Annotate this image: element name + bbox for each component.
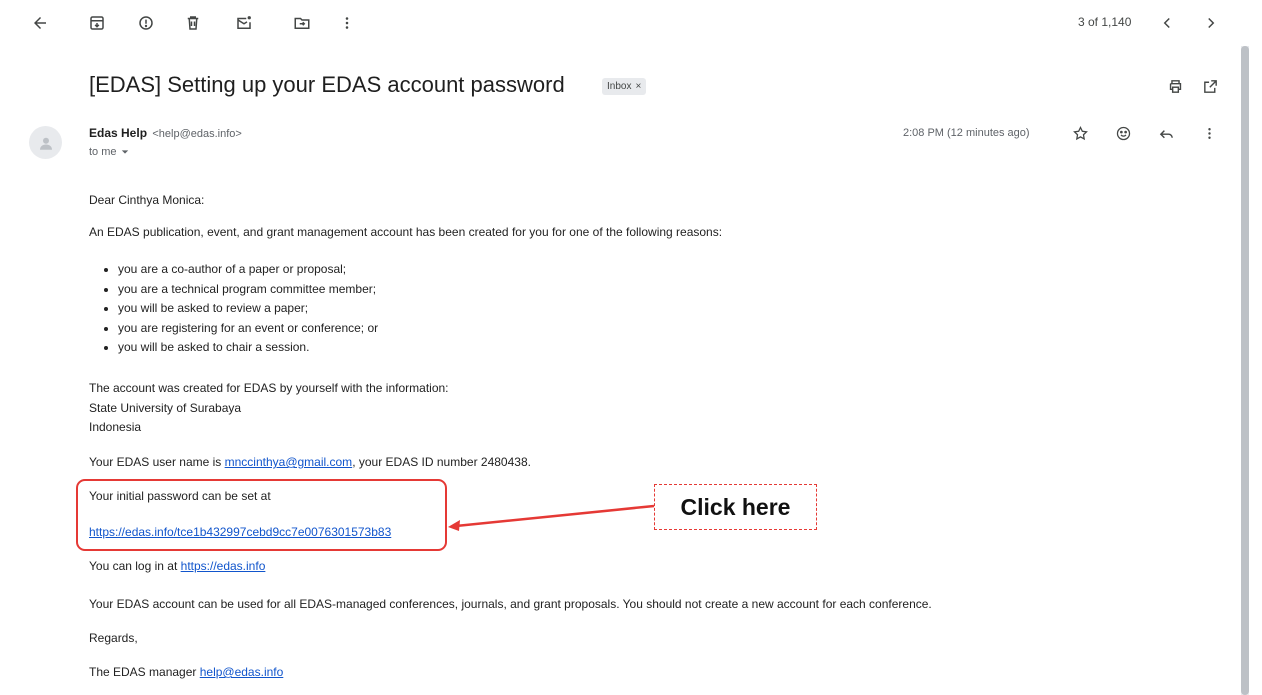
label-text: Inbox xyxy=(607,81,632,92)
list-item: you are a co-author of a paper or propos… xyxy=(118,260,378,280)
created-line: The account was created for EDAS by your… xyxy=(89,381,449,395)
back-arrow-icon[interactable] xyxy=(28,11,52,35)
greeting: Dear Cinthya Monica: xyxy=(89,193,205,207)
regards: Regards, xyxy=(89,631,138,645)
login-prefix: You can log in at xyxy=(89,559,181,573)
callout-arrow xyxy=(448,504,655,531)
person-icon xyxy=(39,137,52,150)
university: State University of Surabaya xyxy=(89,401,242,415)
highlight-box xyxy=(76,479,447,551)
print-icon[interactable] xyxy=(1165,76,1185,96)
archive-icon[interactable] xyxy=(85,11,109,35)
username-prefix: Your EDAS user name is xyxy=(89,455,225,469)
emoji-reaction-icon[interactable] xyxy=(1112,122,1134,144)
reply-icon[interactable] xyxy=(1155,122,1177,144)
sender-avatar xyxy=(29,126,62,159)
manager-prefix: The EDAS manager xyxy=(89,665,200,679)
sender-name: Edas Help xyxy=(89,126,148,140)
username-suffix: , your EDAS ID number 2480438. xyxy=(352,455,531,469)
login-line: You can log in at https://edas.info xyxy=(89,558,265,574)
email-timestamp: 2:08 PM (12 minutes ago) xyxy=(903,127,1030,139)
older-chevron-icon[interactable] xyxy=(1199,11,1223,35)
username-line: Your EDAS user name is mnccinthya@gmail.… xyxy=(89,454,531,470)
list-item: you are registering for an event or conf… xyxy=(118,319,378,339)
recipient-text: to me xyxy=(89,146,117,158)
list-item: you will be asked to chair a session. xyxy=(118,338,378,358)
manager-email-link[interactable]: help@edas.info xyxy=(200,665,284,679)
caret-down-icon xyxy=(121,150,128,154)
intro-text: An EDAS publication, event, and grant ma… xyxy=(89,225,723,239)
star-icon[interactable] xyxy=(1069,122,1091,144)
newer-chevron-icon[interactable] xyxy=(1155,11,1179,35)
list-item: you are a technical program committee me… xyxy=(118,280,378,300)
country: Indonesia xyxy=(89,420,142,434)
report-spam-icon[interactable] xyxy=(134,11,158,35)
email-subject: [EDAS] Setting up your EDAS account pass… xyxy=(89,72,565,97)
account-note: Your EDAS account can be used for all ED… xyxy=(89,597,932,611)
sender-info: Edas Help <help@edas.info> xyxy=(89,126,242,140)
message-more-icon[interactable] xyxy=(1198,122,1220,144)
inbox-label-chip[interactable]: Inbox × xyxy=(602,78,647,95)
username-email-link[interactable]: mnccinthya@gmail.com xyxy=(225,455,353,469)
login-link[interactable]: https://edas.info xyxy=(181,559,266,573)
pagination-count: 3 of 1,140 xyxy=(1078,15,1132,29)
email-toolbar: 3 of 1,140 xyxy=(0,0,1262,46)
remove-label-icon[interactable]: × xyxy=(635,81,641,92)
list-item: you will be asked to review a paper; xyxy=(118,299,378,319)
sender-address: <help@edas.info> xyxy=(152,128,242,140)
callout-label: Click here xyxy=(654,484,817,530)
more-vert-icon[interactable] xyxy=(335,11,359,35)
open-new-window-icon[interactable] xyxy=(1200,76,1220,96)
recipient-details[interactable]: to me xyxy=(89,146,129,158)
mark-unread-icon[interactable] xyxy=(232,11,256,35)
move-to-icon[interactable] xyxy=(290,11,314,35)
reasons-list: you are a co-author of a paper or propos… xyxy=(104,260,378,358)
scrollbar-thumb[interactable] xyxy=(1241,46,1249,695)
manager-line: The EDAS manager help@edas.info xyxy=(89,664,283,680)
delete-icon[interactable] xyxy=(181,11,205,35)
